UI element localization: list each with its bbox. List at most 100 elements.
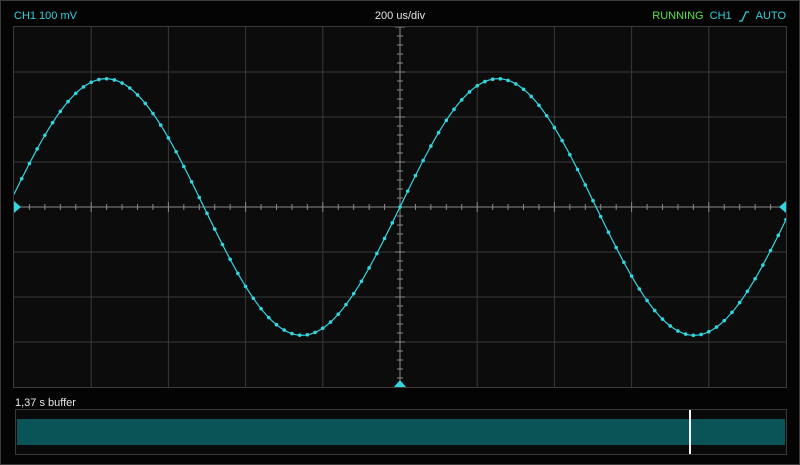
sample-point: [112, 78, 117, 82]
sample-point: [43, 133, 47, 138]
sample-point: [182, 164, 186, 169]
sample-point: [220, 242, 225, 247]
sample-point: [50, 120, 55, 125]
sample-point: [568, 152, 572, 157]
sample-point: [421, 158, 425, 163]
sample-point: [676, 329, 680, 333]
sample-point: [321, 326, 325, 330]
sample-point: [483, 79, 487, 84]
sample-point: [707, 329, 711, 334]
sample-point: [544, 113, 549, 118]
sample-point: [405, 189, 410, 193]
buffer-cursor[interactable]: [689, 410, 691, 454]
trigger-level-marker-left: [14, 201, 21, 213]
sample-point: [583, 183, 588, 187]
sample-point: [228, 257, 232, 262]
sample-point: [305, 332, 310, 337]
sample-point: [475, 84, 480, 88]
sample-point: [351, 291, 356, 296]
buffer-label: 1,37 s buffer: [15, 397, 76, 409]
sample-point: [197, 195, 202, 200]
sample-point: [375, 251, 379, 256]
sample-point: [768, 248, 773, 253]
sample-point: [27, 161, 32, 166]
sample-point: [552, 125, 557, 130]
sample-point: [668, 324, 672, 328]
sample-point: [143, 101, 148, 106]
sample-point: [19, 176, 24, 181]
run-status[interactable]: RUNNING: [652, 10, 703, 23]
sample-point: [251, 296, 256, 301]
scope-plot: [14, 27, 786, 387]
sample-point: [444, 118, 449, 123]
sample-point: [529, 94, 534, 99]
sample-point: [591, 198, 595, 203]
sample-point: [537, 103, 541, 108]
sample-point: [259, 306, 263, 311]
sample-point: [104, 76, 109, 81]
sample-point: [560, 138, 564, 143]
sample-point: [344, 302, 348, 307]
sample-point: [737, 300, 742, 305]
sample-point: [514, 82, 518, 86]
sample-point: [243, 284, 248, 289]
sample-point: [398, 205, 402, 209]
sample-point: [645, 298, 649, 303]
sample-point: [97, 77, 101, 82]
sample-point: [436, 130, 441, 135]
trigger-source[interactable]: CH1: [710, 10, 732, 23]
sample-point: [637, 287, 642, 291]
sample-point: [174, 149, 178, 154]
sample-point: [367, 266, 371, 270]
sample-point: [58, 109, 63, 114]
sample-point: [660, 317, 665, 321]
sample-point: [328, 320, 333, 324]
sample-point: [784, 217, 786, 222]
sample-point: [498, 77, 503, 81]
sample-point: [629, 274, 634, 278]
sample-point: [683, 332, 688, 336]
sample-point: [490, 77, 495, 82]
sample-point: [266, 315, 271, 320]
sample-point: [120, 81, 124, 85]
sample-point: [606, 230, 611, 235]
sample-point: [274, 322, 279, 327]
buffer-fill: [17, 419, 785, 445]
sample-point: [290, 331, 294, 336]
sample-point: [753, 276, 757, 281]
sample-point: [413, 173, 418, 178]
sample-point: [336, 312, 341, 316]
sample-point: [714, 325, 719, 329]
sample-point: [622, 260, 626, 265]
sample-point: [761, 263, 765, 267]
sample-point: [776, 233, 781, 238]
sample-point: [282, 328, 287, 332]
sample-point: [135, 93, 140, 97]
sample-point: [359, 279, 364, 284]
sample-point: [66, 99, 70, 104]
sample-point: [73, 91, 78, 96]
scope-display[interactable]: [13, 26, 787, 388]
sample-point: [691, 333, 696, 338]
sample-point: [521, 87, 526, 92]
sample-point: [722, 318, 727, 323]
sample-point: [189, 179, 194, 184]
trigger-time-marker: [394, 380, 406, 387]
sample-point: [212, 227, 217, 231]
sample-point: [128, 86, 132, 90]
rising-edge-icon[interactable]: [738, 11, 750, 22]
sample-point: [382, 236, 387, 241]
sample-point: [598, 214, 603, 219]
sample-point: [614, 245, 618, 250]
sample-point: [158, 123, 163, 127]
sample-point: [745, 289, 750, 294]
sample-point: [236, 271, 240, 276]
sample-point: [730, 310, 734, 315]
sample-point: [467, 90, 472, 94]
buffer-bar[interactable]: [15, 409, 787, 455]
sample-point: [459, 98, 464, 102]
sample-point: [297, 333, 302, 337]
trigger-mode[interactable]: AUTO: [756, 10, 786, 23]
trigger-level-marker-right: [779, 201, 786, 213]
sample-point: [452, 107, 456, 112]
